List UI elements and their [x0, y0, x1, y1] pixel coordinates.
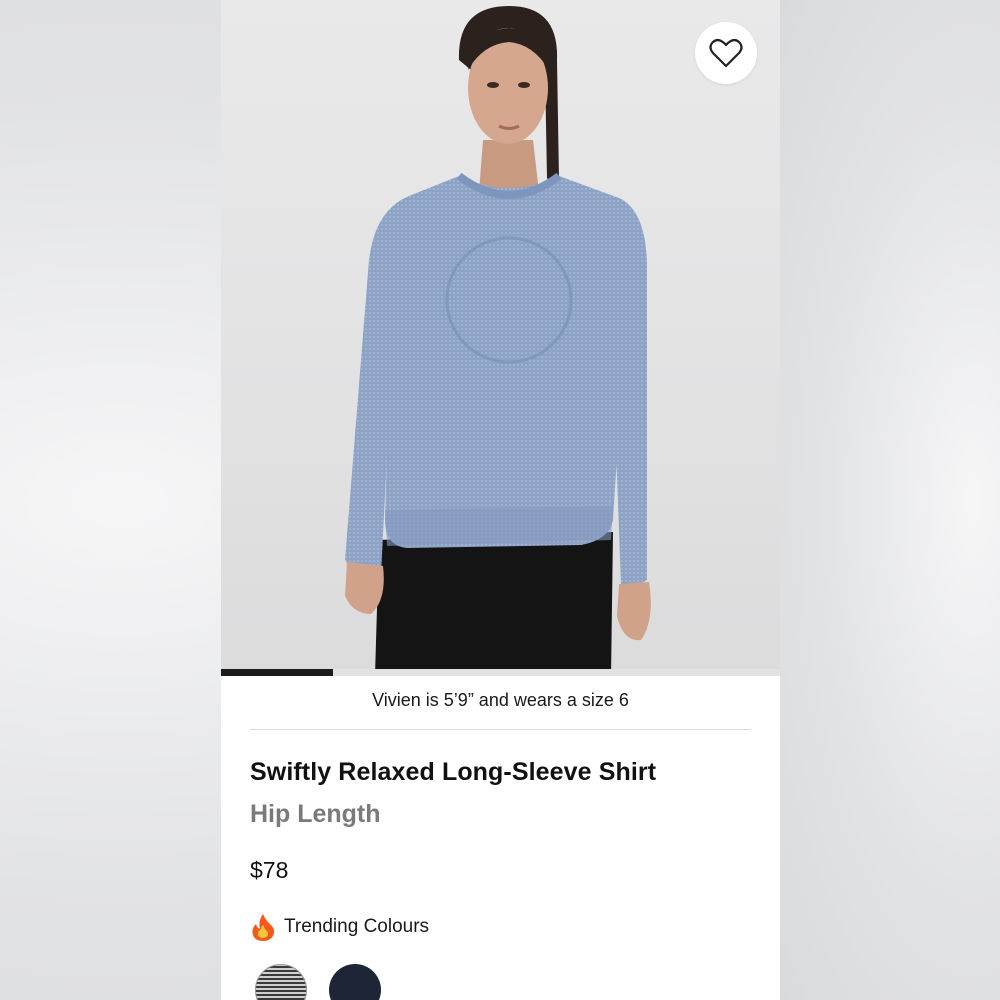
- fire-icon: [252, 914, 275, 941]
- colour-swatch-navy[interactable]: [329, 964, 381, 1000]
- divider: [250, 729, 751, 730]
- gallery-progress-track: [221, 669, 780, 676]
- product-price: $78: [250, 857, 289, 883]
- heart-outline-icon: [709, 38, 743, 68]
- model-fit-note: Vivien is 5’9” and wears a size 6: [372, 690, 629, 710]
- product-image[interactable]: [221, 0, 780, 676]
- product-length: Hip Length: [250, 800, 381, 828]
- background-blur-right: [780, 0, 1000, 1000]
- favorite-button[interactable]: [695, 22, 757, 84]
- trending-colours-label: Trending Colours: [284, 916, 430, 937]
- product-page: Vivien is 5’9” and wears a size 6 Swiftl…: [221, 0, 780, 1000]
- trending-colours-heading: Trending Colours: [250, 913, 429, 941]
- model-photo: [345, 6, 651, 676]
- colour-swatch-heathered[interactable]: [255, 964, 307, 1000]
- gallery-progress-fill: [221, 669, 333, 676]
- product-title: Swiftly Relaxed Long-Sleeve Shirt: [250, 758, 657, 786]
